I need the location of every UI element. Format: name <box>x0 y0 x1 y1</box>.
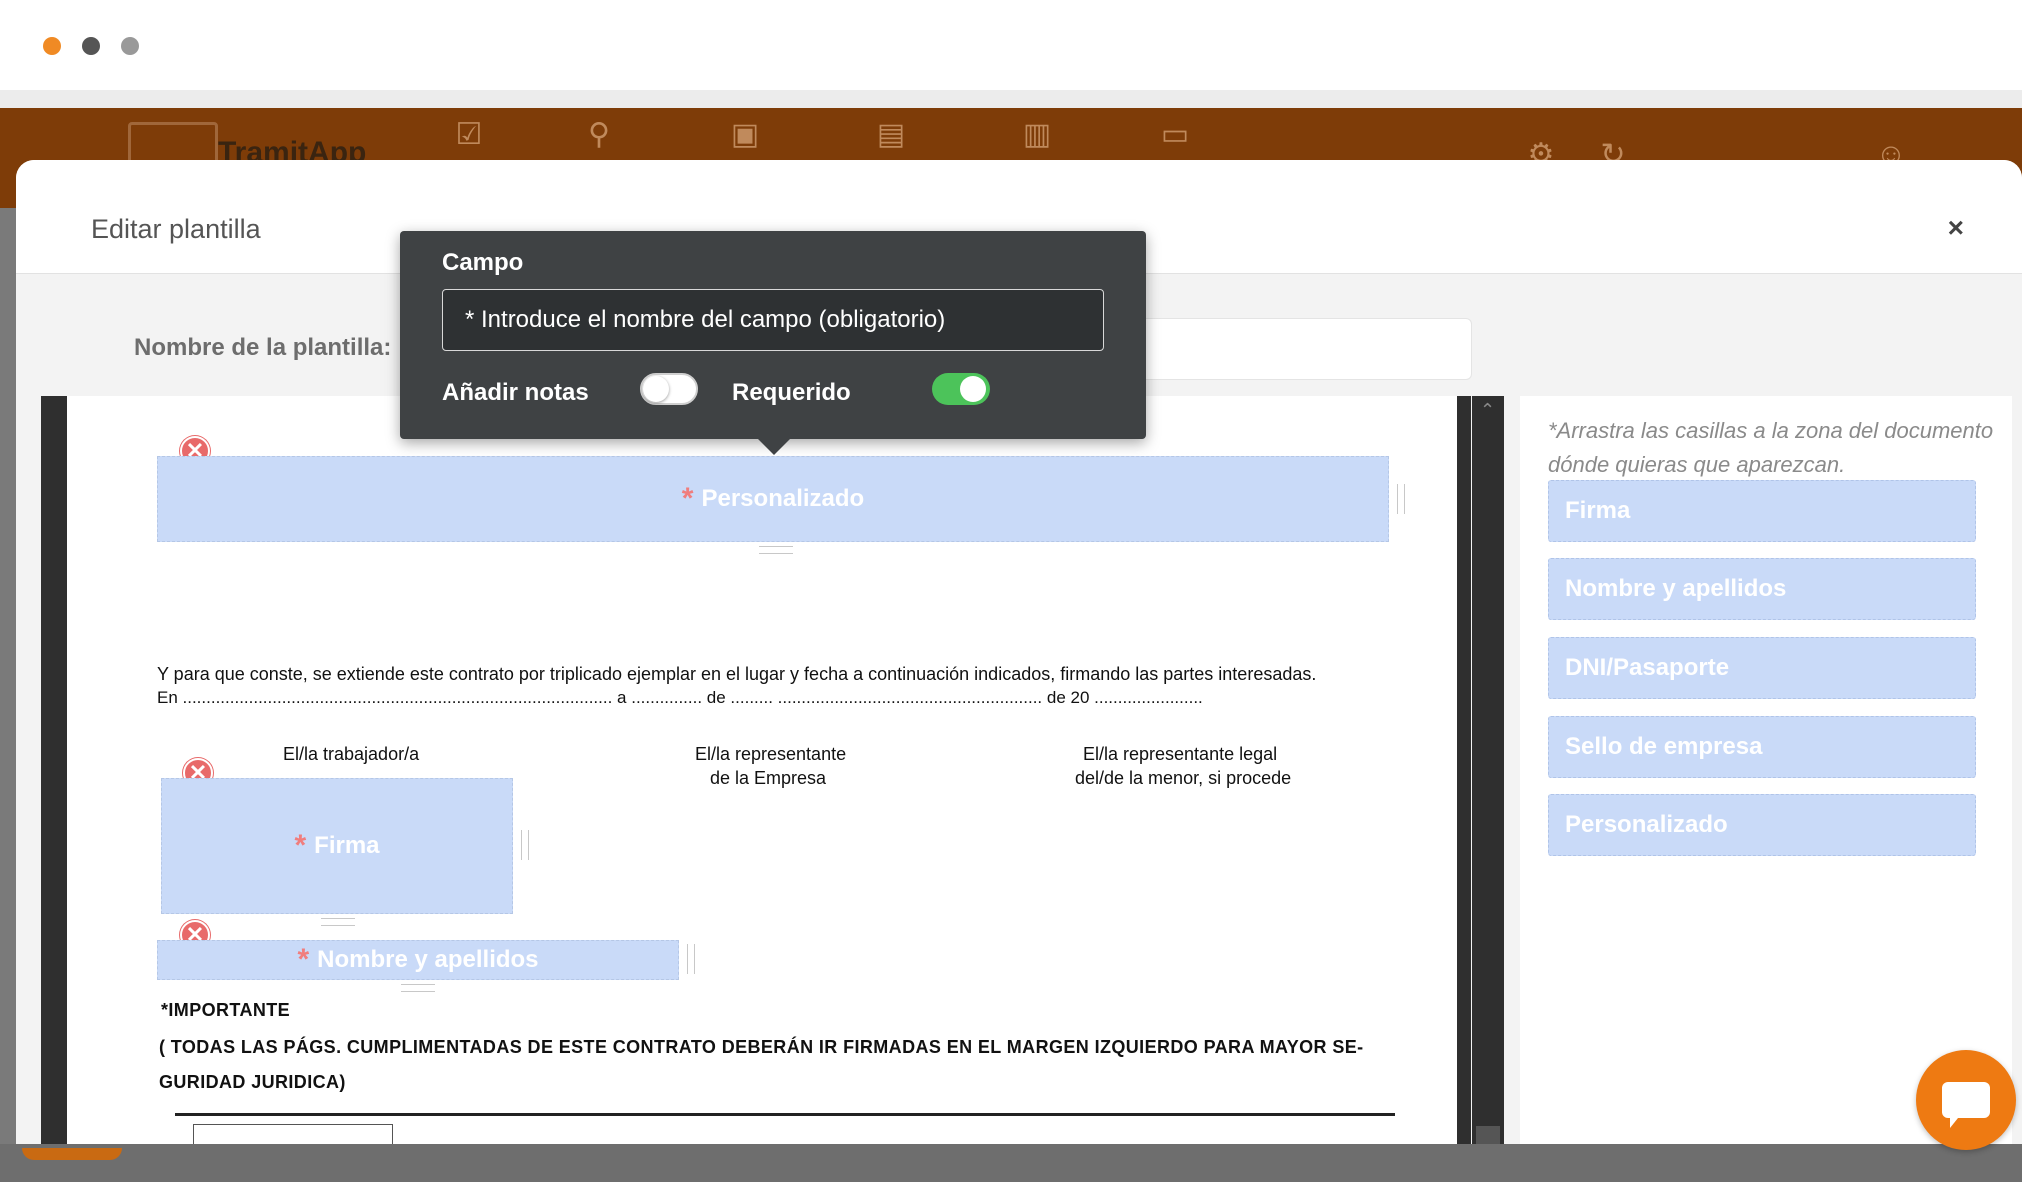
titlebar-divider <box>0 90 2022 108</box>
add-notes-toggle[interactable] <box>640 373 698 405</box>
required-label: Requerido <box>732 379 851 406</box>
placed-field-firma[interactable]: * Firma <box>161 778 513 914</box>
field-name-input[interactable]: * Introduce el nombre del campo (obligat… <box>442 289 1104 351</box>
card-icon[interactable]: ▭ <box>1158 118 1192 152</box>
add-notes-label: Añadir notas <box>442 379 589 406</box>
required-mark: * <box>294 829 307 862</box>
palette-item-dni-pasaporte[interactable]: DNI/Pasaporte <box>1548 637 1976 699</box>
chat-button[interactable] <box>1916 1050 2016 1150</box>
required-mark: * <box>297 943 310 976</box>
scroll-up-icon[interactable]: ⌃ <box>1480 400 1495 421</box>
close-window-dot[interactable] <box>43 37 61 55</box>
resize-handle-horizontal[interactable] <box>521 830 529 860</box>
required-toggle[interactable] <box>932 373 990 405</box>
doc-paragraph-line2: En .....................................… <box>157 688 1203 707</box>
palette-item-personalizado[interactable]: Personalizado <box>1548 794 1976 856</box>
required-mark: * <box>681 482 694 515</box>
resize-handle-vertical[interactable] <box>759 546 793 554</box>
scroll-thumb[interactable] <box>1476 1126 1500 1144</box>
palette-item-sello-empresa[interactable]: Sello de empresa <box>1548 716 1976 778</box>
checkbox-icon[interactable]: ☑ <box>452 118 486 152</box>
resize-handle-vertical[interactable] <box>321 918 355 926</box>
doc-important-title: *IMPORTANTE <box>161 1000 291 1020</box>
resize-handle-horizontal[interactable] <box>1397 484 1405 514</box>
toggle-knob <box>960 376 986 402</box>
modal-title: Editar plantilla <box>91 214 261 244</box>
receipt-icon[interactable]: ▤ <box>874 118 908 152</box>
placed-field-label: Personalizado <box>701 485 865 512</box>
field-settings-popover: Campo * Introduce el nombre del campo (o… <box>400 231 1146 455</box>
field-palette: *Arrastra las casillas a la zona del doc… <box>1520 396 2012 1144</box>
bottom-strip <box>0 1144 2022 1182</box>
user-icon[interactable]: ⚲ <box>582 118 616 152</box>
doc-important-line2: GURIDAD JURIDICA) <box>159 1072 346 1092</box>
resize-handle-vertical[interactable] <box>401 984 435 992</box>
palette-item-nombre-apellidos[interactable]: Nombre y apellidos <box>1548 558 1976 620</box>
document-viewer: ✕ * Personalizado Y para que conste, se … <box>41 396 1471 1144</box>
placed-field-nombre-apellidos[interactable]: * Nombre y apellidos <box>157 940 679 980</box>
sign-company-label-1: El/la representante <box>695 744 847 764</box>
resize-handle-horizontal[interactable] <box>687 944 695 974</box>
doc-important-line1: ( TODAS LAS PÁGS. CUMPLIMENTADAS DE ESTE… <box>159 1037 1364 1057</box>
briefcase-icon[interactable]: ▣ <box>728 118 762 152</box>
minimize-window-dot[interactable] <box>82 37 100 55</box>
drag-hint: *Arrastra las casillas a la zona del doc… <box>1548 418 1994 477</box>
document-page: ✕ * Personalizado Y para que conste, se … <box>67 396 1457 1144</box>
sign-legal-label-1: El/la representante legal <box>1083 744 1278 764</box>
viewer-scrollbar[interactable]: ⌃ <box>1472 396 1504 1144</box>
close-modal-button[interactable]: × <box>1948 212 1964 244</box>
sign-worker-label: El/la trabajador/a <box>283 744 420 764</box>
sign-legal-label-2: del/de la menor, si procede <box>1075 768 1292 788</box>
placed-field-personalizado[interactable]: * Personalizado <box>157 456 1389 542</box>
doc-box <box>193 1124 393 1144</box>
doc-paragraph-line1: Y para que conste, se extiende este cont… <box>157 664 1317 684</box>
sign-company-label-2: de la Empresa <box>710 768 827 788</box>
popover-title: Campo <box>442 249 524 276</box>
browser-titlebar <box>0 0 2022 90</box>
palette-item-firma[interactable]: Firma <box>1548 480 1976 542</box>
maximize-window-dot[interactable] <box>121 37 139 55</box>
chart-icon[interactable]: ▥ <box>1020 118 1054 152</box>
toggle-knob <box>643 376 669 402</box>
placed-field-label: Nombre y apellidos <box>317 946 539 973</box>
bottom-orange-tab <box>22 1148 122 1160</box>
placed-field-label: Firma <box>314 832 380 859</box>
chat-icon <box>1942 1082 1990 1128</box>
doc-divider <box>175 1113 1395 1116</box>
template-name-label: Nombre de la plantilla: <box>134 334 392 361</box>
